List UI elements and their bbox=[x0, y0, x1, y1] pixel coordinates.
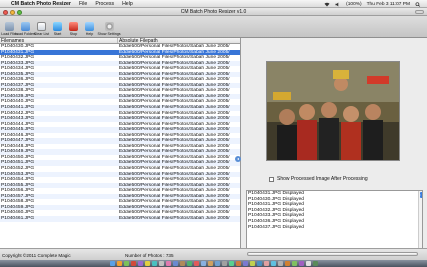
table-body: P1040430.JPG Eddie500/Personal Files/Phot… bbox=[0, 44, 240, 222]
dock-app-icon[interactable] bbox=[305, 261, 311, 266]
folder-icon bbox=[21, 22, 30, 31]
dock-app-icon[interactable] bbox=[151, 261, 157, 266]
clock[interactable]: Thu Feb 3 11:07 PM bbox=[367, 2, 410, 7]
minimize-window-button[interactable] bbox=[10, 9, 15, 15]
dock-app-icon[interactable] bbox=[158, 261, 164, 266]
show-processed-checkbox-row[interactable]: Show Processed Image After Processing bbox=[269, 176, 368, 182]
log-lines: P1040431.JPG Displayed P1040430.JPG Displ… bbox=[247, 191, 422, 230]
dock-app-icon[interactable] bbox=[235, 261, 241, 266]
load-folders-button[interactable]: Load Folders bbox=[15, 22, 36, 36]
filename-cell: P1040461.JPG bbox=[1, 215, 35, 221]
clear-list-button[interactable]: Clear List bbox=[34, 22, 49, 36]
toolbar: Load Files Load Folders Clear List Start… bbox=[0, 16, 427, 38]
menubar: CM Batch Photo Resizer File Process Help… bbox=[0, 0, 427, 8]
dock-app-icon[interactable] bbox=[256, 261, 262, 266]
dock-app-icon[interactable] bbox=[207, 261, 213, 266]
zoom-window-button[interactable] bbox=[17, 9, 22, 15]
scroll-down-icon[interactable] bbox=[419, 195, 422, 198]
log-line: P1040437.JPG Displayed bbox=[248, 224, 305, 230]
window-controls bbox=[3, 9, 22, 15]
filepath-cell: Eddie500/Personal Files/Photos/Sabah Jun… bbox=[119, 215, 230, 221]
menu-file[interactable]: File bbox=[79, 1, 87, 7]
gear-icon bbox=[104, 22, 114, 31]
menu-process[interactable]: Process bbox=[95, 1, 114, 7]
menu-help[interactable]: Help bbox=[122, 1, 133, 7]
dock-app-icon[interactable] bbox=[312, 261, 318, 266]
dock-app-icon[interactable] bbox=[249, 261, 255, 266]
toolbar-toggle-button[interactable] bbox=[415, 10, 424, 14]
pane-splitter-handle[interactable]: ◂ bbox=[235, 156, 241, 162]
close-window-button[interactable] bbox=[3, 9, 8, 15]
menu-app-name[interactable]: CM Batch Photo Resizer bbox=[11, 1, 71, 7]
clear-list-icon bbox=[37, 22, 46, 31]
status-bar: Copyright ©2011 Complete Magic Number of… bbox=[0, 248, 427, 260]
dock bbox=[0, 260, 427, 267]
dock-app-icon[interactable] bbox=[284, 261, 290, 266]
table-row[interactable]: P1040461.JPG Eddie500/Personal Files/Phot… bbox=[0, 215, 240, 222]
stop-icon bbox=[69, 22, 78, 31]
battery-percent[interactable]: (100%) bbox=[346, 2, 361, 7]
preview-pane: Show Processed Image After Processing P1… bbox=[242, 38, 427, 267]
image-preview bbox=[266, 61, 400, 161]
window-titlebar[interactable]: CM Batch Photo Resizer v1.0 bbox=[0, 8, 427, 16]
clear-list-label: Clear List bbox=[33, 32, 50, 36]
dock-app-icon[interactable] bbox=[291, 261, 297, 266]
dock-app-icon[interactable] bbox=[221, 261, 227, 266]
menubar-status: (100%) Thu Feb 3 11:07 PM bbox=[324, 0, 421, 8]
show-processed-label: Show Processed Image After Processing bbox=[277, 176, 368, 182]
dock-app-icon[interactable] bbox=[130, 261, 136, 266]
dock-app-icon[interactable] bbox=[123, 261, 129, 266]
dock-app-icon[interactable] bbox=[214, 261, 220, 266]
spotlight-search-icon[interactable] bbox=[415, 1, 421, 7]
start-button[interactable]: Start bbox=[50, 22, 65, 36]
dock-app-icon[interactable] bbox=[263, 261, 269, 266]
progress-bar bbox=[247, 252, 418, 256]
dock-app-icon[interactable] bbox=[179, 261, 185, 266]
column-header-filepath[interactable]: Absolute Filepath bbox=[118, 38, 240, 44]
dock-app-icon[interactable] bbox=[298, 261, 304, 266]
dock-app-icon[interactable] bbox=[116, 261, 122, 266]
photo-thumbnail bbox=[267, 62, 399, 160]
photo-count: Number of Photos : 735 bbox=[125, 253, 174, 258]
help-button[interactable]: Help bbox=[82, 22, 97, 36]
wifi-icon[interactable] bbox=[324, 2, 330, 7]
copyright-text: Copyright ©2011 Complete Magic bbox=[2, 253, 71, 258]
file-table[interactable]: Filenames Absolute Filepath P1040430.JPG… bbox=[0, 38, 241, 248]
dock-app-icon[interactable] bbox=[228, 261, 234, 266]
dock-app-icon[interactable] bbox=[277, 261, 283, 266]
load-files-icon bbox=[5, 22, 14, 31]
dock-app-icon[interactable] bbox=[137, 261, 143, 266]
dock-app-icon[interactable] bbox=[270, 261, 276, 266]
volume-icon[interactable] bbox=[335, 2, 341, 7]
load-folders-label: Load Folders bbox=[15, 32, 36, 36]
dock-app-icon[interactable] bbox=[144, 261, 150, 266]
show-settings-button[interactable]: Show Settings bbox=[97, 22, 121, 36]
dock-app-icon[interactable] bbox=[242, 261, 248, 266]
show-processed-checkbox[interactable] bbox=[269, 176, 274, 182]
stop-button[interactable]: Stop bbox=[66, 22, 81, 36]
dock-app-icon[interactable] bbox=[109, 261, 115, 266]
dock-app-icon[interactable] bbox=[165, 261, 171, 266]
stop-label: Stop bbox=[69, 32, 78, 36]
window-title: CM Batch Photo Resizer v1.0 bbox=[180, 9, 247, 15]
app-window: CM Batch Photo Resizer v1.0 Load Files L… bbox=[0, 8, 427, 267]
dock-app-icon[interactable] bbox=[200, 261, 206, 266]
dock-app-icon[interactable] bbox=[186, 261, 192, 266]
help-label: Help bbox=[85, 32, 94, 36]
column-header-filenames[interactable]: Filenames bbox=[0, 38, 118, 44]
help-icon bbox=[85, 22, 94, 31]
start-icon bbox=[53, 22, 62, 31]
start-label: Start bbox=[53, 32, 62, 36]
dock-app-icon[interactable] bbox=[172, 261, 178, 266]
dock-app-icon[interactable] bbox=[193, 261, 199, 266]
show-settings-label: Show Settings bbox=[97, 32, 121, 36]
